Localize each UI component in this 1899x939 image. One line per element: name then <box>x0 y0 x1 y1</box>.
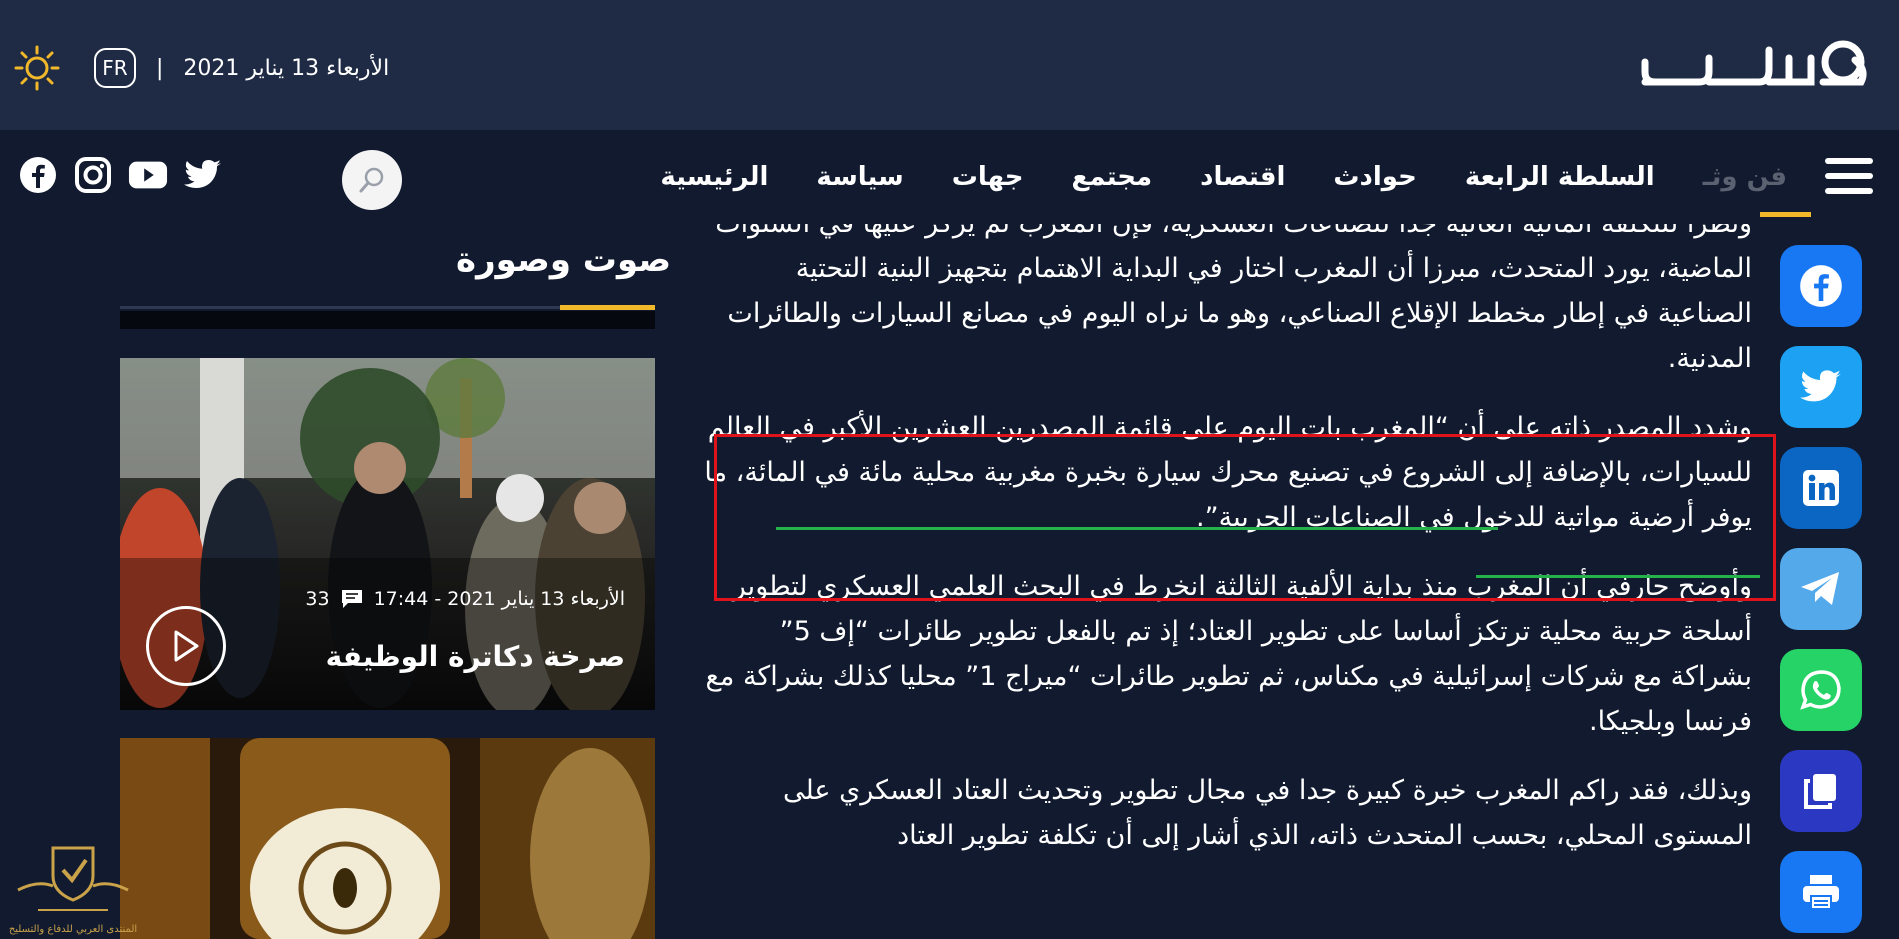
annotation-underline <box>776 527 1498 530</box>
menu-icon[interactable] <box>1825 158 1873 194</box>
share-linkedin-button[interactable] <box>1780 447 1862 529</box>
share-telegram-button[interactable] <box>1780 548 1862 630</box>
share-twitter-button[interactable] <box>1780 346 1862 428</box>
print-icon <box>1803 875 1839 910</box>
nav-item-regions[interactable]: جهات <box>952 162 1024 192</box>
play-button[interactable] <box>146 606 226 686</box>
share-bar <box>1780 245 1862 939</box>
twitter-icon[interactable] <box>183 155 223 195</box>
nav-item-fourth-power[interactable]: السلطة الرابعة <box>1465 162 1655 192</box>
facebook-icon[interactable] <box>18 155 58 195</box>
copy-link-button[interactable] <box>1780 750 1862 832</box>
header-tools: FR | الأربعاء 13 يناير 2021 <box>14 44 389 92</box>
whatsapp-icon <box>1800 670 1841 710</box>
sidebar-divider-accent <box>560 305 655 310</box>
header-social-links <box>18 155 238 195</box>
top-header: FR | الأربعاء 13 يناير 2021 <box>0 0 1899 130</box>
instagram-icon[interactable] <box>73 155 113 195</box>
nav-menu-overlay: الرئيسية سياسة جهات مجتمع اقتصاد حوادث ا… <box>612 130 1787 224</box>
header-separator: | <box>156 55 164 81</box>
linkedin-icon <box>1803 470 1839 506</box>
nav-item-incidents[interactable]: حوادث <box>1333 162 1416 192</box>
video-date: الأربعاء 13 يناير 2021 - 17:44 <box>373 588 625 610</box>
honey-jar-photo <box>120 738 655 939</box>
language-button[interactable]: FR <box>94 48 136 88</box>
share-whatsapp-button[interactable] <box>1780 649 1862 731</box>
annotation-underline <box>1476 575 1760 578</box>
nav-item-economy[interactable]: اقتصاد <box>1200 162 1285 192</box>
facebook-icon <box>1800 265 1842 307</box>
nav-item-politics[interactable]: سياسة <box>816 162 903 192</box>
article-paragraph: وبذلك، فقد راكم المغرب خبرة كبيرة جدا في… <box>782 775 1752 851</box>
forum-watermark: المنتدى العربي للدفاع والتسليح <box>8 840 138 936</box>
site-logo[interactable] <box>1639 30 1869 102</box>
youtube-icon[interactable] <box>128 155 168 195</box>
telegram-icon <box>1801 572 1839 605</box>
copy-icon <box>1804 774 1836 809</box>
video-card[interactable] <box>120 738 655 939</box>
search-icon <box>359 167 384 193</box>
twitter-icon <box>1800 370 1841 402</box>
video-title[interactable]: صرخة دكاترة الوظيفة <box>326 640 625 673</box>
share-facebook-button[interactable] <box>1780 245 1862 327</box>
nav-item-society[interactable]: مجتمع <box>1072 162 1153 192</box>
sidebar-band <box>120 311 655 329</box>
nav-item-home[interactable]: الرئيسية <box>660 162 768 192</box>
print-button[interactable] <box>1780 851 1862 933</box>
watermark-emblem <box>17 846 129 911</box>
nav-item-arts[interactable]: فن وثـ <box>1703 162 1787 192</box>
header-date: الأربعاء 13 يناير 2021 <box>183 55 390 81</box>
sidebar-title: صوت وصورة <box>456 240 672 280</box>
sun-icon[interactable] <box>14 45 60 91</box>
comment-icon <box>341 590 362 608</box>
video-meta: الأربعاء 13 يناير 2021 - 17:44 33 <box>305 588 625 610</box>
comment-count: 33 <box>305 588 330 610</box>
watermark-text: المنتدى العربي للدفاع والتسليح <box>8 924 138 935</box>
search-button[interactable] <box>342 150 402 210</box>
video-card[interactable]: الأربعاء 13 يناير 2021 - 17:44 33 صرخة د… <box>120 358 655 710</box>
play-icon <box>174 630 199 662</box>
article-paragraph: ونظرا للتكلفة المالية العالية جدا للصناع… <box>715 208 1752 374</box>
